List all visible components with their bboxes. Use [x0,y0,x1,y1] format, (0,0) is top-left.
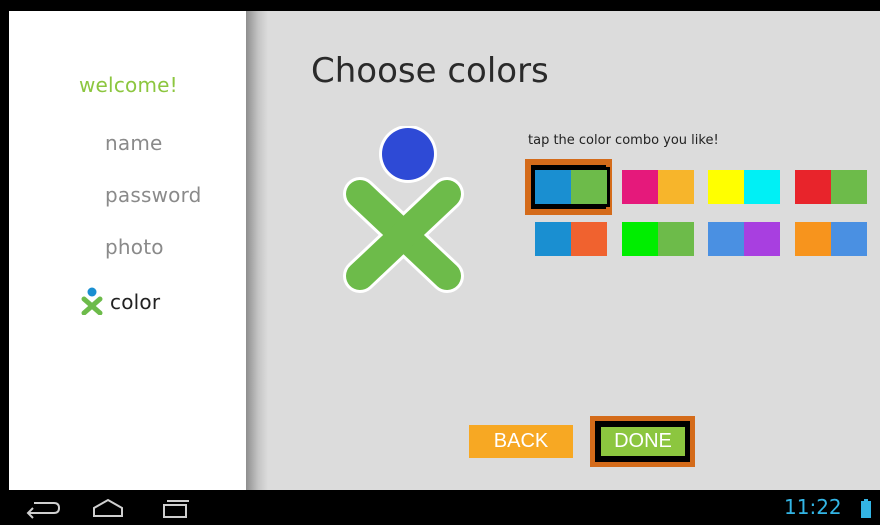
done-button[interactable]: DONE [601,427,685,456]
swatch-color-right [658,222,694,256]
battery-icon [861,499,871,518]
sidebar-shadow [246,11,268,490]
swatch-color-right [571,170,607,204]
back-nav-icon[interactable] [22,496,62,520]
sidebar-item-photo: photo [105,235,164,259]
system-nav-bar: 11:22 [0,490,880,525]
sidebar-item-password: password [105,183,202,207]
swatch-color-left [708,170,744,204]
swatch-color-right [744,222,780,256]
back-button[interactable]: BACK [469,425,573,458]
color-swatch[interactable] [708,170,780,204]
screen: welcome! name password photo color Choos… [0,0,880,525]
swatch-color-left [622,170,658,204]
color-swatch[interactable] [622,170,694,204]
swatch-color-right [571,222,607,256]
color-swatch[interactable] [708,222,780,256]
sidebar-item-name: name [105,131,163,155]
xo-avatar-icon [343,126,464,293]
sidebar: welcome! name password photo color [9,11,246,490]
color-swatch[interactable] [532,167,610,207]
color-swatch[interactable] [795,222,867,256]
color-prompt: tap the color combo you like! [528,133,719,148]
swatch-color-left [708,222,744,256]
sidebar-item-label: color [110,290,161,314]
clock: 11:22 [784,495,842,519]
swatch-color-right [831,222,867,256]
color-swatch[interactable] [795,170,867,204]
color-swatch[interactable] [622,222,694,256]
swatch-color-right [744,170,780,204]
swatch-color-left [795,170,831,204]
xo-avatar-small-icon [81,287,103,315]
home-nav-icon[interactable] [88,496,128,520]
color-swatch[interactable] [535,222,607,256]
swatch-color-left [622,222,658,256]
swatch-color-right [658,170,694,204]
page-title: Choose colors [311,51,549,91]
swatch-color-left [795,222,831,256]
recent-apps-icon[interactable] [154,496,194,520]
app-window: welcome! name password photo color Choos… [9,11,880,490]
swatch-color-left [535,222,571,256]
sidebar-item-welcome: welcome! [79,73,178,97]
swatch-color-right [831,170,867,204]
swatch-color-left [535,170,571,204]
sidebar-item-color: color [80,287,160,315]
